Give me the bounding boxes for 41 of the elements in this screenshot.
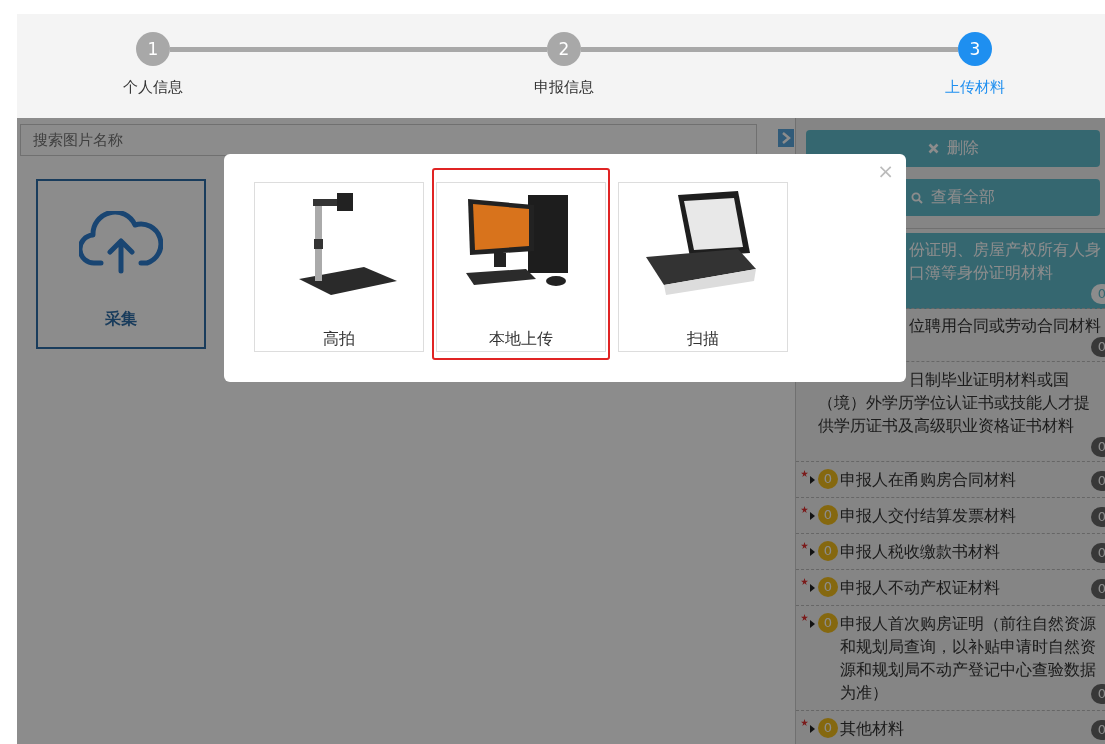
material-name: 申报人税收缴款书材料 [840, 541, 1001, 563]
file-count: 0 [1091, 579, 1105, 599]
step-label: 个人信息 [123, 78, 183, 97]
caret-icon[interactable] [809, 620, 815, 628]
caret-icon[interactable] [809, 512, 815, 520]
file-count: 0 [1091, 684, 1105, 704]
caret-icon[interactable] [809, 548, 815, 556]
search-icon [911, 191, 923, 204]
search-field[interactable]: 搜索图片名称 [20, 124, 757, 156]
step-label: 申报信息 [534, 78, 594, 97]
cloud-upload-icon [79, 211, 163, 275]
file-count: 0 [1091, 507, 1105, 527]
close-icon [927, 143, 939, 154]
file-count: 0 [1091, 437, 1105, 457]
step-number: 1 [136, 32, 170, 66]
capture-tile[interactable]: 采集 [36, 179, 206, 349]
material-name: 申报人不动产权证材料 [840, 577, 1001, 599]
file-count: 0 [1091, 720, 1105, 740]
material-name: 日制毕业证明材料或国（境）外学历学位认证书或技能人才提供学历证书及高级职业资格证书材料 [818, 369, 1091, 437]
file-count: 0 [1091, 471, 1105, 491]
material-name: 位聘用合同或劳动合同材料 [909, 315, 1101, 337]
uploaded-count: 0 [818, 613, 838, 633]
material-name: 其他材料 [840, 718, 905, 740]
step-number: 3 [958, 32, 992, 66]
uploaded-count: 0 [818, 469, 838, 489]
caret-icon[interactable] [809, 476, 815, 484]
material-name: 申报人在甬购房合同材料 [840, 469, 1017, 491]
caret-icon[interactable] [809, 725, 815, 733]
file-count: 0 [1091, 337, 1105, 357]
uploaded-count: 0 [818, 718, 838, 738]
step-number: 2 [547, 32, 581, 66]
material-name: 申报人交付结算发票材料 [840, 505, 1017, 527]
upload-option[interactable]: 本地上传 [432, 168, 610, 360]
material-name: 份证明、房屋产权所有人身口簿等身份证明材料 [909, 239, 1101, 284]
file-count: 0 [1091, 543, 1105, 563]
uploaded-count: 0 [818, 505, 838, 525]
uploaded-count: 0 [818, 577, 838, 597]
caret-icon[interactable] [809, 584, 815, 592]
step-label: 上传材料 [945, 78, 1005, 97]
file-count: 0 [1091, 284, 1105, 304]
uploaded-count: 0 [818, 541, 838, 561]
